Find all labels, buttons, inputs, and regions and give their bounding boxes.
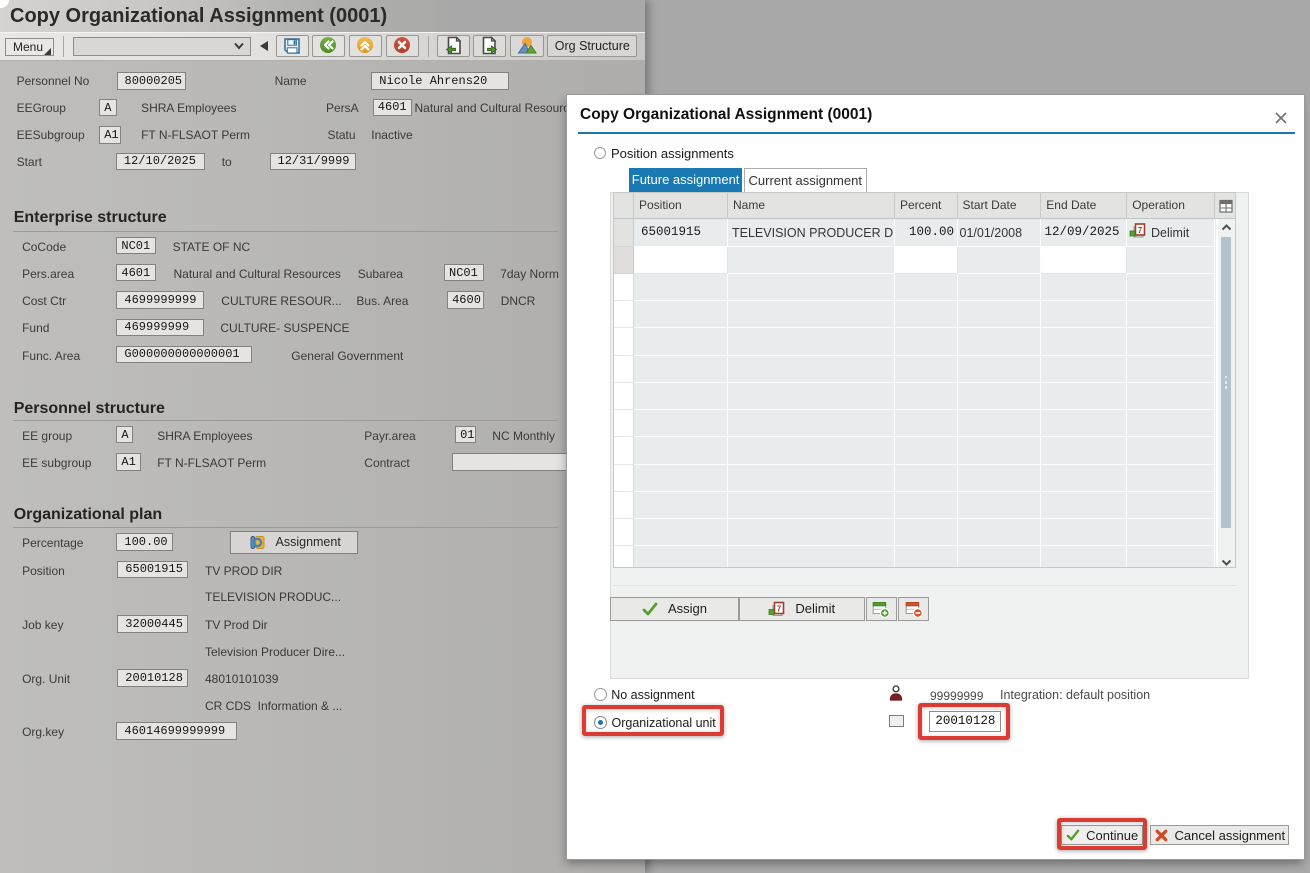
svg-text:7: 7 bbox=[1138, 226, 1143, 235]
svg-text:7: 7 bbox=[777, 604, 782, 613]
